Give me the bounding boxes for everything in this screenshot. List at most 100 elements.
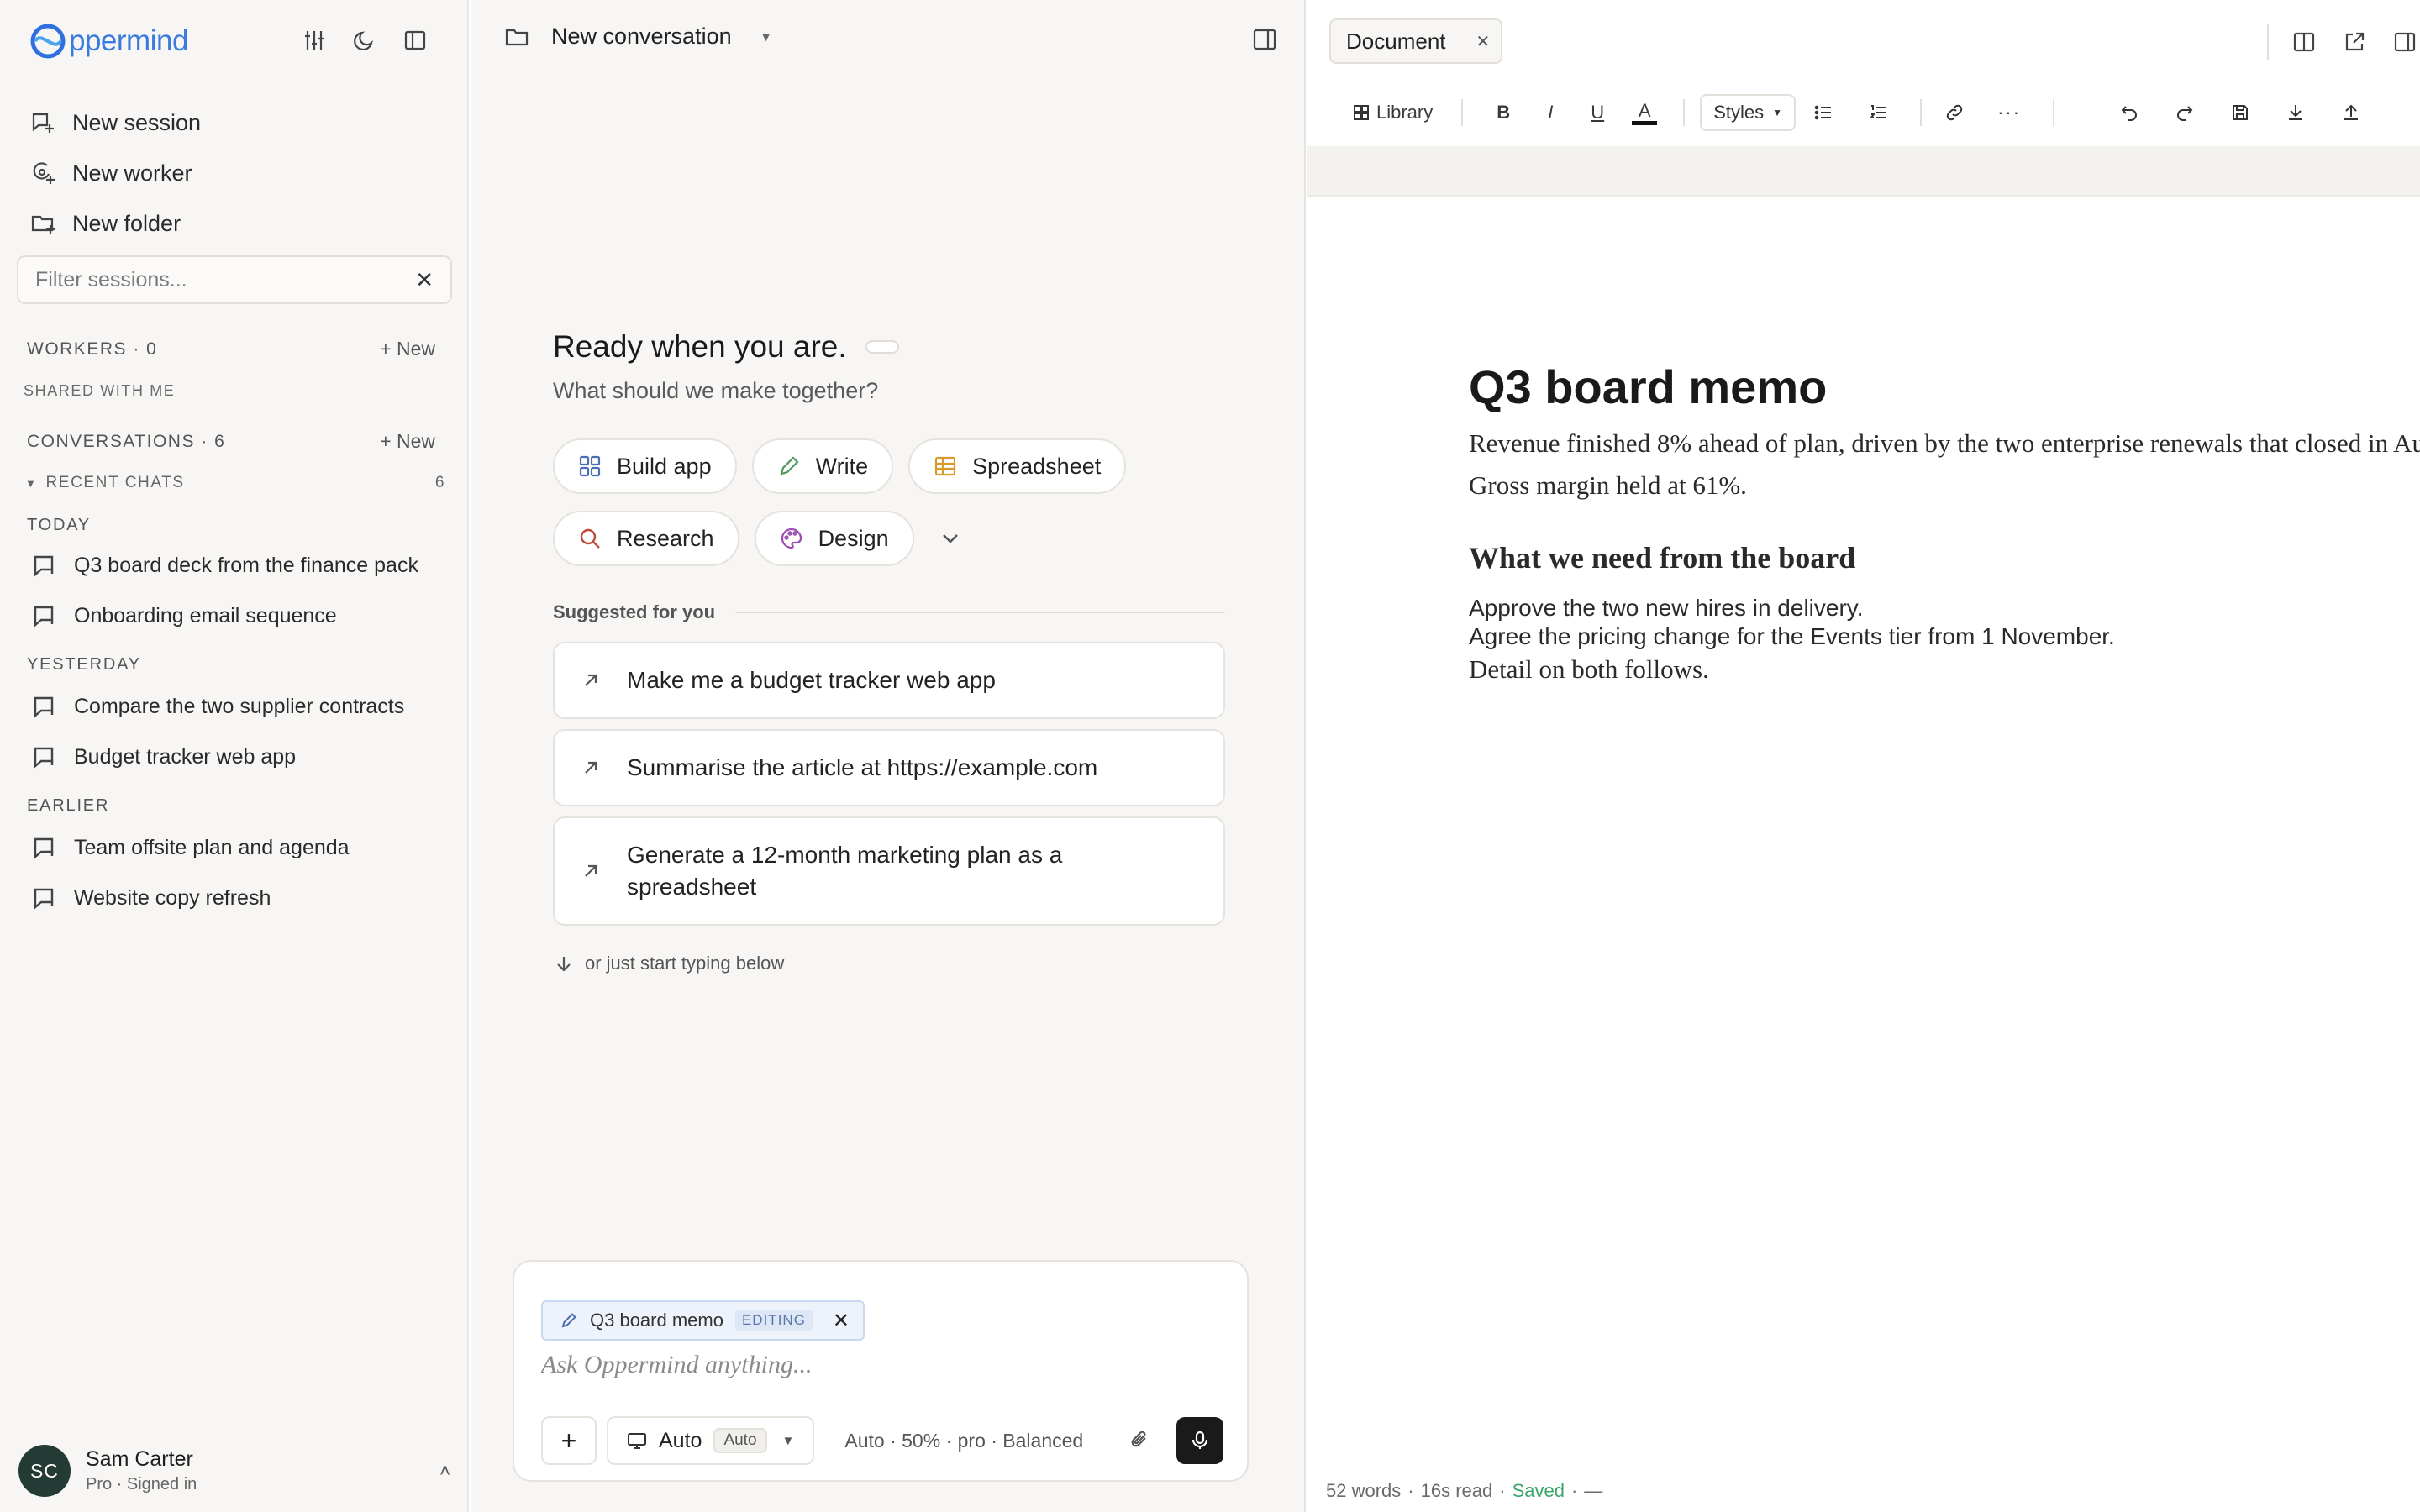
chat-panel: New conversation ▼ Ready when you are. W…: [471, 0, 1306, 1512]
new-worker-label: New worker: [72, 160, 192, 186]
new-conversation-link[interactable]: + New: [380, 430, 435, 453]
more-options-icon[interactable]: ···: [1987, 94, 2031, 131]
numbered-list-icon[interactable]: [1851, 94, 1907, 131]
microphone-button[interactable]: [1176, 1417, 1223, 1464]
conversation-title[interactable]: New conversation: [551, 24, 732, 50]
suggestion-text: Summarise the article at https://example…: [627, 754, 1098, 780]
document-body[interactable]: Q3 board memo Revenue finished 8% ahead …: [1469, 360, 2420, 688]
underline-button[interactable]: U: [1574, 94, 1621, 131]
download-icon[interactable]: [2268, 94, 2323, 131]
message-input[interactable]: [541, 1351, 1213, 1379]
folder-icon[interactable]: [504, 24, 529, 50]
tab-label: Document: [1346, 28, 1446, 54]
chat-bubble-icon: [32, 744, 57, 769]
chat-item[interactable]: Budget tracker web app: [32, 744, 296, 769]
avatar: SC: [18, 1445, 71, 1497]
conversations-section-header: CONVERSATIONS · 6 + New: [27, 430, 435, 453]
moon-icon[interactable]: [350, 25, 380, 55]
sidebar-toggle-icon[interactable]: [400, 25, 430, 55]
library-button[interactable]: Library: [1344, 94, 1441, 131]
chat-item[interactable]: Onboarding email sequence: [32, 603, 337, 628]
new-session-button[interactable]: New session: [30, 97, 201, 148]
context-pill[interactable]: Q3 board memo EDITING ✕: [541, 1300, 865, 1341]
chip-label: Research: [617, 525, 714, 551]
recent-chats-header[interactable]: ▼ RECENT CHATS 6: [25, 474, 445, 492]
user-name: Sam Carter: [86, 1447, 193, 1471]
remove-context-icon[interactable]: ✕: [833, 1309, 850, 1333]
workers-label: WORKERS · 0: [27, 339, 158, 359]
arrow-down-icon: [555, 954, 573, 973]
chevron-down-icon: ▼: [25, 476, 38, 490]
brand-logo[interactable]: ppermind: [29, 22, 188, 60]
suggestion-card[interactable]: Make me a budget tracker web app: [553, 642, 1225, 719]
panel-toggle-icon[interactable]: [1252, 27, 1277, 52]
link-icon[interactable]: [1922, 94, 1987, 131]
add-attachment-button[interactable]: +: [541, 1416, 597, 1465]
chevron-down-icon: ▼: [781, 1433, 795, 1448]
new-worker-button[interactable]: New worker: [30, 148, 201, 198]
undo-icon[interactable]: [2102, 94, 2157, 131]
workers-section-header: WORKERS · 0 + New: [27, 338, 435, 360]
chat-bubble-icon: [32, 885, 57, 911]
document-heading: What we need from the board: [1469, 541, 1856, 575]
bold-button[interactable]: B: [1480, 94, 1527, 131]
title-caret-icon[interactable]: ▼: [760, 30, 772, 44]
color-swatch: [1632, 120, 1658, 125]
paperclip-icon[interactable]: [1119, 1428, 1161, 1453]
suggestion-card[interactable]: Generate a 12-month marketing plan as a …: [553, 816, 1225, 926]
library-label: Library: [1376, 102, 1434, 123]
suggestion-card[interactable]: Summarise the article at https://example…: [553, 729, 1225, 806]
divider: [2267, 24, 2269, 60]
model-info[interactable]: Auto · 50% · pro · Balanced: [844, 1430, 1119, 1452]
context-label: Q3 board memo: [590, 1310, 723, 1331]
clear-filter-icon[interactable]: ✕: [415, 267, 434, 293]
group-label-today: TODAY: [27, 516, 92, 534]
chat-item[interactable]: Website copy refresh: [32, 885, 271, 911]
close-tab-icon[interactable]: ✕: [1476, 31, 1491, 52]
text-color-button[interactable]: A: [1621, 94, 1668, 131]
tab-document[interactable]: Document ✕: [1329, 18, 1502, 64]
chip-build-app[interactable]: Build app: [553, 438, 737, 494]
chat-item[interactable]: Team offsite plan and agenda: [32, 835, 350, 860]
hint-text: or just start typing below: [585, 953, 785, 974]
suggested-label: Suggested for you: [553, 601, 716, 622]
bullet-list-icon[interactable]: [1796, 94, 1851, 131]
redo-icon[interactable]: [2157, 94, 2212, 131]
chip-spreadsheet[interactable]: Spreadsheet: [908, 438, 1127, 494]
italic-button[interactable]: I: [1527, 94, 1574, 131]
sliders-icon[interactable]: [299, 25, 329, 55]
filter-sessions: ✕: [17, 255, 452, 304]
hero: Ready when you are. What should we make …: [553, 329, 899, 404]
chip-design[interactable]: Design: [754, 511, 914, 566]
document-bullet-list: Approve the two new hires in delivery. A…: [1469, 594, 2420, 651]
monitor-icon: [627, 1431, 647, 1451]
pencil-icon: [560, 1311, 578, 1330]
suggested-header: Suggested for you: [553, 601, 1225, 623]
new-folder-button[interactable]: New folder: [30, 198, 201, 249]
chat-item[interactable]: Compare the two supplier contracts: [32, 694, 404, 719]
split-view-icon[interactable]: [2289, 27, 2319, 57]
save-icon[interactable]: [2212, 94, 2268, 131]
open-external-icon[interactable]: [2339, 27, 2370, 57]
group-label-yesterday: YESTERDAY: [27, 655, 141, 674]
new-worker-link[interactable]: + New: [380, 338, 435, 360]
chip-research[interactable]: Research: [553, 511, 739, 566]
shared-with-me-label[interactable]: SHARED WITH ME: [24, 382, 175, 400]
logo-text: ppermind: [69, 24, 188, 57]
filter-sessions-input[interactable]: [35, 267, 416, 292]
upload-icon[interactable]: [2323, 94, 2379, 131]
chat-item-label: Onboarding email sequence: [74, 603, 337, 627]
more-chips-chevron-icon[interactable]: [929, 511, 971, 566]
chevron-up-icon[interactable]: ˄: [439, 1460, 450, 1482]
table-icon: [934, 454, 957, 478]
user-menu[interactable]: SC Sam Carter Pro · Signed in ˄: [18, 1445, 450, 1497]
panel-right-icon[interactable]: [2390, 27, 2420, 57]
logo-mark-icon: [29, 22, 67, 60]
worker-plus-icon: [30, 160, 55, 186]
conversations-label: CONVERSATIONS · 6: [27, 431, 226, 451]
styles-dropdown[interactable]: Styles ▼: [1700, 94, 1797, 131]
chip-write[interactable]: Write: [751, 438, 894, 494]
chevron-down-icon: ▼: [1772, 107, 1783, 118]
mode-selector[interactable]: Auto Auto ▼: [607, 1416, 815, 1465]
chat-item[interactable]: Q3 board deck from the finance pack: [32, 553, 418, 578]
